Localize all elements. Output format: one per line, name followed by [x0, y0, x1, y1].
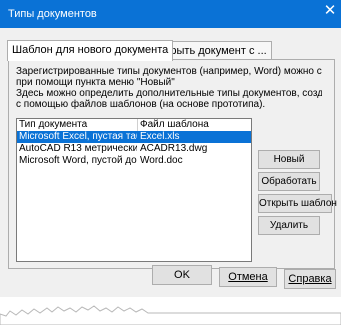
cell-template-file: Word.doc [140, 155, 183, 166]
cell-template-file: ACADR13.dwg [140, 143, 208, 154]
window-title: Типы документов [8, 8, 97, 20]
tab-new-document-template[interactable]: Шаблон для нового документа [7, 40, 174, 61]
description-line: при помощи пункта меню "Новый" [16, 77, 175, 88]
help-button[interactable]: Справка [284, 269, 336, 289]
description-line: с помощью файлов шаблонов (на основе про… [16, 99, 266, 110]
cancel-label: Отмена [228, 271, 268, 283]
document-types-list[interactable]: Тип документа Файл шаблона Microsoft Exc… [16, 118, 252, 262]
tab-label: Шаблон для нового документа [12, 44, 169, 56]
help-label: Справка [288, 273, 332, 285]
title-bar[interactable]: Типы документов ✕ [0, 0, 341, 28]
description-line: Здесь можно определить дополнительные ти… [16, 88, 322, 99]
column-header-template-file[interactable]: Файл шаблона [138, 119, 251, 131]
cancel-button[interactable]: Отмена [219, 267, 277, 287]
cell-document-type: AutoCAD R13 метрически... [19, 143, 137, 154]
cell-template-file: Excel.xls [140, 131, 180, 142]
dialog-client: Шаблон для нового документа Открыть доку… [0, 28, 341, 325]
process-button[interactable]: Обработать [258, 172, 320, 191]
open-template-button[interactable]: Открыть шаблон [258, 194, 337, 213]
list-row[interactable]: Microsoft Word, пустой до... Word.doc [17, 155, 251, 167]
description-text: Зарегистрированные типы документов (напр… [16, 66, 322, 110]
column-header-document-type[interactable]: Тип документа [17, 119, 138, 131]
list-row[interactable]: AutoCAD R13 метрически... ACADR13.dwg [17, 143, 251, 155]
ok-label: OK [174, 269, 190, 281]
delete-button[interactable]: Удалить [258, 216, 320, 235]
cell-document-type: Microsoft Excel, пустая таб... [19, 131, 137, 142]
torn-edge-decoration [0, 305, 341, 325]
list-header: Тип документа Файл шаблона [17, 119, 251, 131]
close-icon[interactable]: ✕ [323, 3, 337, 18]
cell-document-type: Microsoft Word, пустой до... [19, 155, 137, 166]
ok-button[interactable]: OK [152, 265, 212, 285]
description-line: Зарегистрированные типы документов (напр… [16, 66, 322, 77]
list-row[interactable]: Microsoft Excel, пустая таб... Excel.xls [17, 131, 251, 143]
new-button[interactable]: Новый [258, 150, 320, 169]
